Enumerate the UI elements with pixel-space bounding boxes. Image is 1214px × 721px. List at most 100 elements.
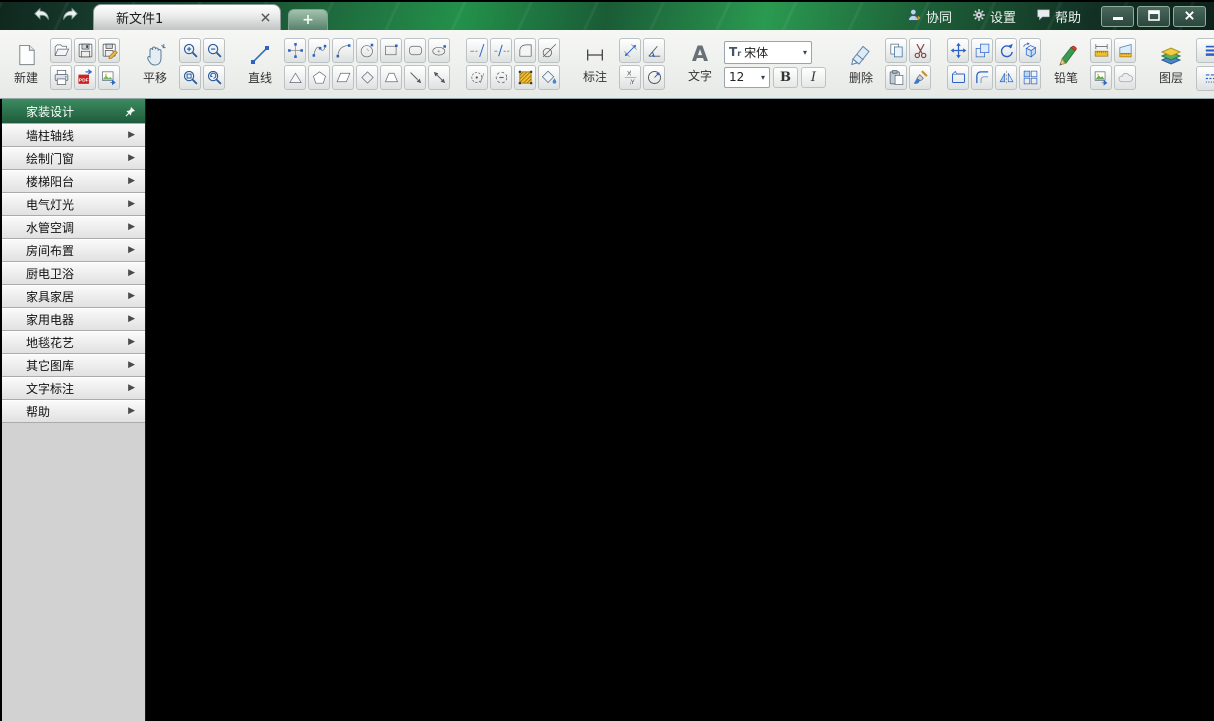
sidebar-item-房间布置[interactable]: 房间布置 ▶ [2,239,145,262]
format-painter-button[interactable] [909,65,931,90]
titlebar-action-设置[interactable]: 设置 [962,2,1026,30]
zoom-previous-button[interactable] [203,65,225,90]
redo-icon [59,6,80,26]
toolbar-group-sketch: 铅笔 [1044,35,1139,93]
export-pdf-button[interactable]: PDF [74,65,96,90]
freeform-cloud-button[interactable] [1114,65,1136,90]
pencil-button[interactable]: 铅笔 [1047,35,1085,93]
mirror-button[interactable] [995,65,1017,90]
coordinate-dimension-button[interactable]: XY [619,65,641,90]
sidebar-item-家用电器[interactable]: 家用电器 ▶ [2,308,145,331]
offset-button[interactable] [971,65,993,90]
paste-button[interactable] [885,65,907,90]
radius-dimension-button[interactable] [643,65,665,90]
rectangle-tool-button[interactable] [380,38,402,63]
zoom-window-button[interactable] [179,65,201,90]
trapezoid-tool-button[interactable] [380,65,402,90]
pin-icon[interactable] [125,106,136,117]
save-as-button[interactable] [98,38,120,63]
document-tab[interactable]: 新文件1 [93,4,281,30]
copy-button[interactable] [885,38,907,63]
arrow-line-tool-button[interactable] [404,65,426,90]
bold-button[interactable]: B [773,66,798,88]
font-size-select[interactable]: 12 ▾ [724,66,770,88]
zoom-in-button[interactable] [179,38,201,63]
new-file-button[interactable]: 新建 [7,35,45,93]
fillet-button[interactable] [514,38,536,63]
ellipse-tool-button[interactable] [428,38,450,63]
array-button[interactable] [1019,65,1041,90]
export-image-button[interactable] [98,65,120,90]
window-controls [1101,2,1206,30]
trim-button[interactable] [466,38,488,63]
drawing-canvas[interactable] [146,99,1214,721]
zoom-out-button[interactable] [203,38,225,63]
aligned-dimension-button[interactable] [619,38,641,63]
sidebar-item-帮助[interactable]: 帮助 ▶ [2,400,145,423]
cut-button[interactable] [909,38,931,63]
sidebar-item-电气灯光[interactable]: 电气灯光 ▶ [2,193,145,216]
fill-button[interactable] [538,65,560,90]
line-width-button[interactable] [1196,37,1214,63]
font-select[interactable]: Tr 宋体 ▾ [724,40,812,64]
hatch-icon [517,69,534,86]
pan-button[interactable]: 平移 [136,35,174,93]
titlebar-action-帮助[interactable]: 帮助 [1026,2,1091,30]
layers-button[interactable]: 图层 [1152,35,1190,93]
close-button[interactable] [1173,5,1206,27]
hatch-button[interactable] [514,65,536,90]
sidebar-item-楼梯阳台[interactable]: 楼梯阳台 ▶ [2,170,145,193]
sidebar-item-水管空调[interactable]: 水管空调 ▶ [2,216,145,239]
tangent-button[interactable] [538,38,560,63]
scale-button[interactable] [971,38,993,63]
diamond-tool-button[interactable] [356,65,378,90]
dimension-button[interactable]: 标注 [576,35,614,93]
maximize-button[interactable] [1137,5,1170,27]
pencil-icon [1054,43,1078,67]
text-tool-button[interactable]: A 文字 [681,35,719,93]
stretch-button[interactable] [947,65,969,90]
rounded-rect-tool-button[interactable] [404,38,426,63]
pentagon-tool-button[interactable] [308,65,330,90]
move-button[interactable] [947,38,969,63]
sidebar-item-地毯花艺[interactable]: 地毯花艺 ▶ [2,331,145,354]
arc-tool-button[interactable] [332,38,354,63]
spline-tool-button[interactable] [308,38,330,63]
line-tool-button[interactable]: 直线 [241,35,279,93]
sidebar-item-绘制门窗[interactable]: 绘制门窗 ▶ [2,147,145,170]
redo-button[interactable] [56,2,83,30]
save-button[interactable] [74,38,96,63]
new-tab-button[interactable]: + [288,9,328,30]
triangle-tool-button[interactable] [284,65,306,90]
angular-dimension-button[interactable] [643,38,665,63]
extend-button[interactable] [490,38,512,63]
delete-button[interactable]: 删除 [842,35,880,93]
sidebar-item-其它图库[interactable]: 其它图库 ▶ [2,354,145,377]
parallelogram-tool-button[interactable] [332,65,354,90]
rotate-button[interactable] [995,38,1017,63]
sidebar-item-厨电卫浴[interactable]: 厨电卫浴 ▶ [2,262,145,285]
axis-tool-button[interactable] [284,38,306,63]
open-button[interactable] [50,38,72,63]
titlebar-action-协同[interactable]: 协同 [897,2,962,30]
italic-button[interactable]: I [801,66,826,88]
measure-length-button[interactable] [1090,38,1112,63]
coordinate-dim-icon: XY [622,69,639,86]
sidebar-item-家具家居[interactable]: 家具家居 ▶ [2,285,145,308]
titlebar: 新文件1 + 协同 设置 帮助 [0,0,1214,30]
print-button[interactable] [50,65,72,90]
circle-tool-button[interactable] [356,38,378,63]
sidebar-item-文字标注[interactable]: 文字标注 ▶ [2,377,145,400]
sidebar-item-墙柱轴线[interactable]: 墙柱轴线 ▶ [2,124,145,147]
divide-button[interactable] [466,65,488,90]
measure-area-button[interactable] [1114,38,1136,63]
minimize-button[interactable] [1101,5,1134,27]
break-button[interactable] [490,65,512,90]
double-arrow-tool-button[interactable] [428,65,450,90]
view-3d-button[interactable] [1019,38,1041,63]
line-style-button[interactable] [1196,65,1214,91]
tab-close-button[interactable] [256,9,274,27]
offset-icon [974,69,991,86]
insert-image-button[interactable] [1090,65,1112,90]
undo-button[interactable] [29,2,56,30]
